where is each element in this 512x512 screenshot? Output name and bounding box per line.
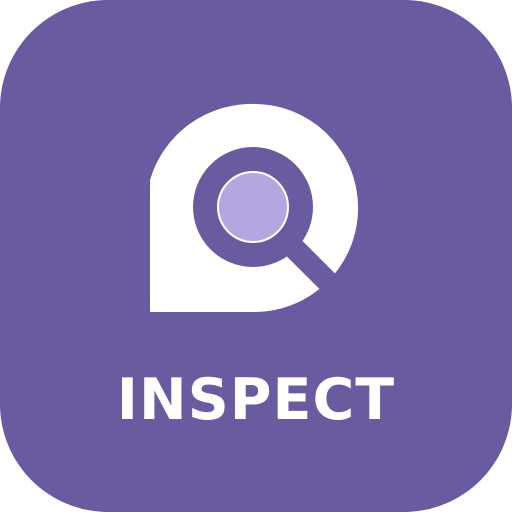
magnifier-lens xyxy=(219,173,287,241)
app-name-label: INSPECT xyxy=(116,367,396,433)
app-icon-tile[interactable]: INSPECT xyxy=(0,0,512,512)
